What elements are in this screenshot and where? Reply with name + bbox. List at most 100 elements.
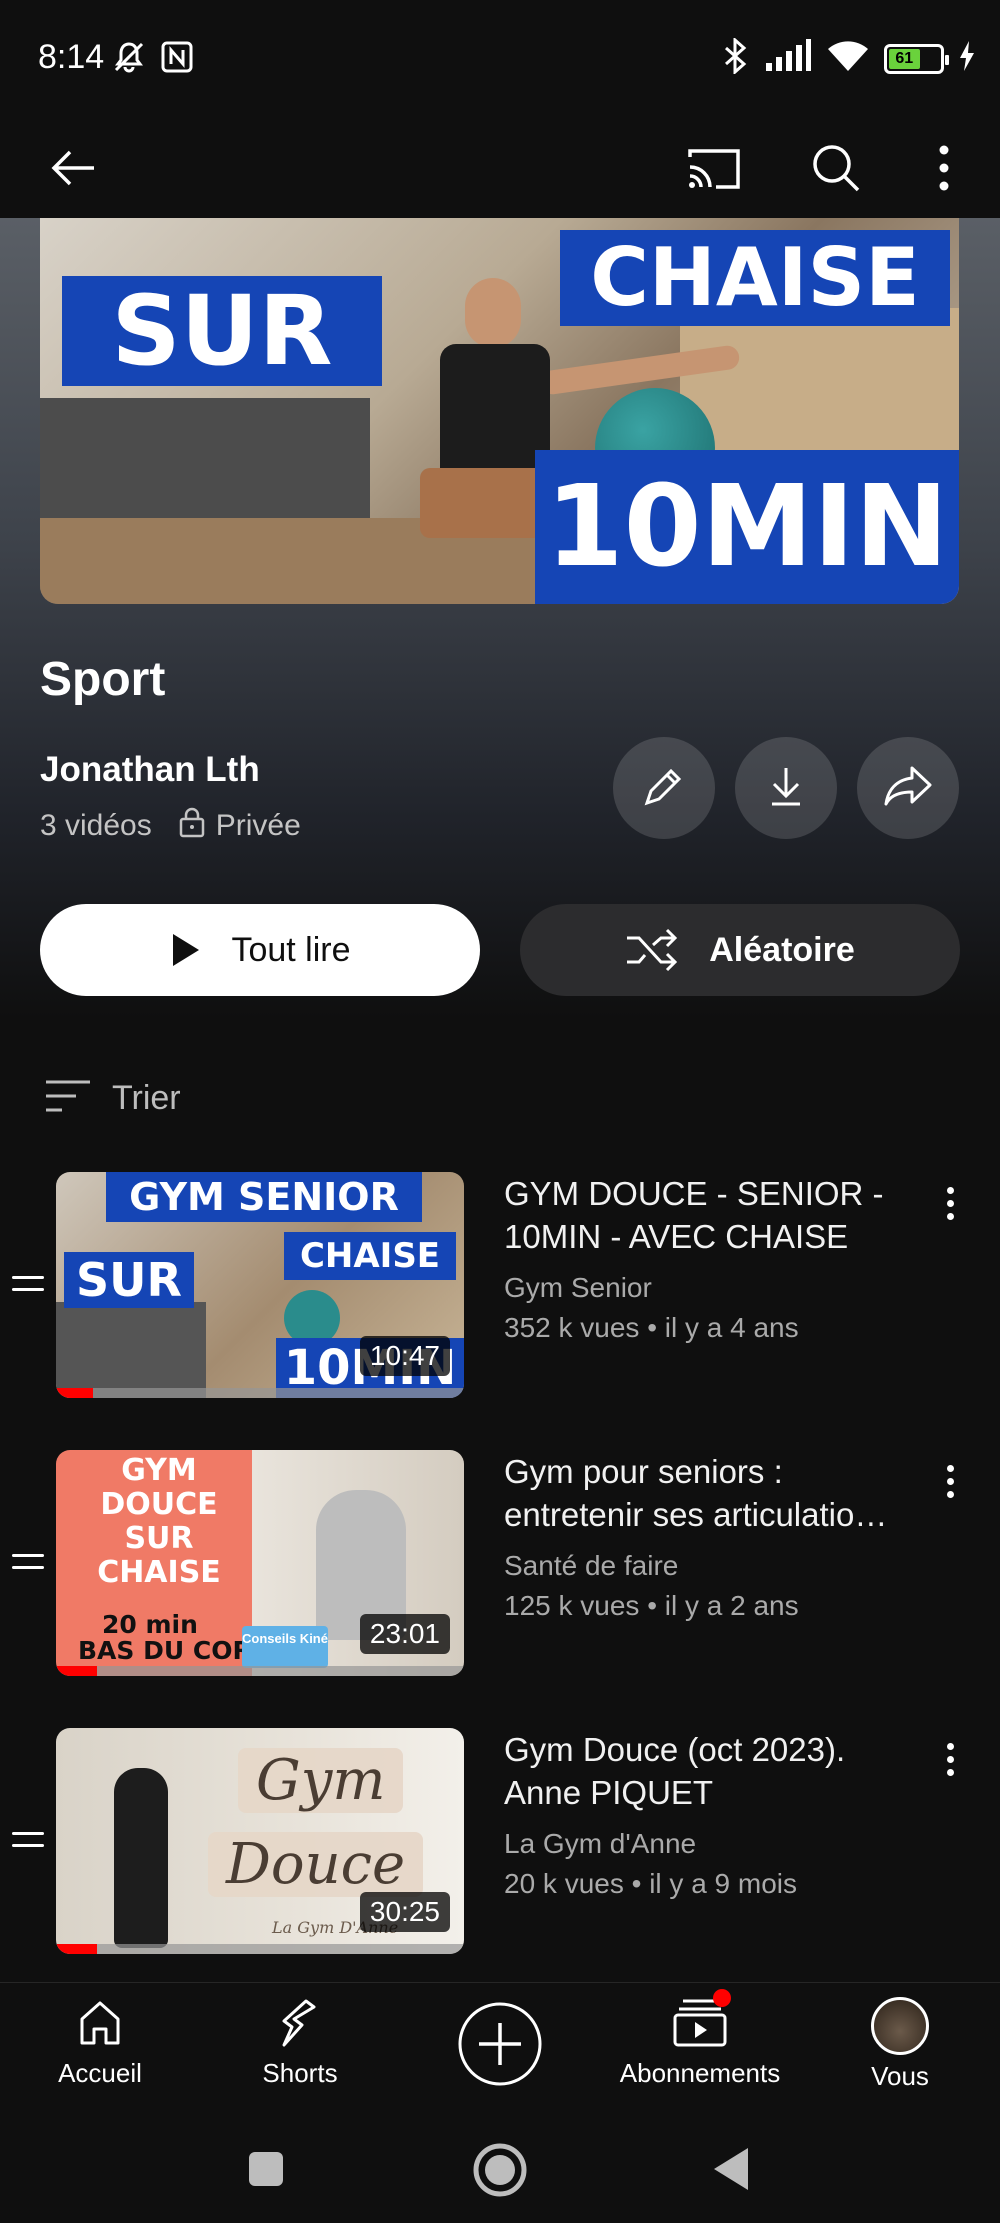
duration-badge: 30:25 [359, 1892, 450, 1932]
thumb-text: GYM DOUCE SUR CHAISE [97, 1453, 221, 1590]
home-icon [76, 1997, 124, 2052]
thumb-text: SUR [64, 1252, 194, 1308]
video-channel: La Gym d'Anne [504, 1828, 697, 1859]
video-channel: Santé de faire [504, 1550, 679, 1581]
nav-you[interactable]: Vous [800, 1997, 1000, 2092]
edit-button[interactable] [613, 737, 715, 839]
sort-button[interactable]: Trier [44, 1076, 181, 1121]
status-right-icons: 61 [720, 36, 976, 79]
privacy-label: Privée [215, 809, 301, 842]
subscriptions-icon [673, 1989, 731, 2052]
status-left-icons [112, 40, 194, 79]
status-time: 8:14 [38, 38, 105, 76]
watch-progress [56, 1666, 464, 1676]
lock-icon [178, 806, 206, 846]
signal-icon [764, 39, 812, 78]
drag-handle-icon[interactable] [12, 1276, 44, 1300]
thumbnail-text-chaise: CHAISE [560, 230, 950, 326]
nav-label: Vous [871, 2061, 929, 2091]
list-item[interactable]: Gym Douce La Gym D'Anne 30:25 Gym Douce … [0, 1728, 1000, 2006]
video-thumbnail[interactable]: GYM DOUCE SUR CHAISE 20 min BAS DU CORPS… [56, 1450, 464, 1676]
video-info[interactable]: GYM DOUCE - SENIOR - 10MIN - AVEC CHAISE… [504, 1172, 924, 1344]
nav-create[interactable] [400, 2001, 600, 2092]
nav-shorts[interactable]: Shorts [200, 1997, 400, 2089]
back-arrow-icon[interactable] [42, 138, 102, 198]
shuffle-label: Aléatoire [709, 930, 855, 969]
nfc-icon [160, 40, 194, 79]
list-item[interactable]: GYM SENIOR SUR CHAISE 10MIN 10:47 GYM DO… [0, 1172, 1000, 1450]
nav-subscriptions[interactable]: Abonnements [600, 1989, 800, 2089]
battery-icon: 61 [884, 43, 949, 74]
sort-label: Trier [112, 1079, 181, 1117]
video-count: 3 vidéos [40, 809, 152, 842]
list-item[interactable]: GYM DOUCE SUR CHAISE 20 min BAS DU CORPS… [0, 1450, 1000, 1728]
more-vert-icon[interactable] [930, 1734, 970, 1784]
wifi-icon [826, 39, 870, 78]
shuffle-button[interactable]: Aléatoire [520, 904, 960, 996]
watch-progress-fill [56, 1944, 97, 1954]
bell-off-icon [112, 40, 146, 79]
charging-icon [958, 41, 976, 76]
play-icon [169, 932, 201, 968]
thumbnail-text-sur: SUR [62, 276, 382, 386]
download-button[interactable] [735, 737, 837, 839]
back-button[interactable] [712, 2146, 750, 2197]
playlist-meta: 3 vidéos Privée [40, 806, 301, 846]
duration-badge: 10:47 [359, 1336, 450, 1376]
playlist-owner[interactable]: Jonathan Lth [40, 750, 260, 790]
recents-button[interactable] [247, 2150, 285, 2193]
more-vert-icon[interactable] [930, 1456, 970, 1506]
drag-handle-icon[interactable] [12, 1554, 44, 1578]
video-title: Gym Douce (oct 2023). Anne PIQUET [504, 1731, 846, 1811]
watch-progress-fill [56, 1666, 97, 1676]
avatar [871, 1997, 929, 2055]
video-title: Gym pour seniors : entretenir ses articu… [504, 1453, 888, 1533]
nav-label: Abonnements [619, 2058, 781, 2088]
video-channel: Gym Senior [504, 1272, 652, 1303]
thumb-text: Gym [238, 1748, 404, 1813]
play-all-label: Tout lire [231, 930, 351, 969]
home-button[interactable] [472, 2142, 528, 2203]
playlist-thumbnail[interactable]: SUR CHAISE 10MIN [40, 218, 959, 604]
thumb-text: Douce [208, 1832, 424, 1897]
play-all-button[interactable]: Tout lire [40, 904, 480, 996]
video-stats: 20 k vues • il y a 9 mois [504, 1868, 798, 1899]
video-info[interactable]: Gym Douce (oct 2023). Anne PIQUET La Gym… [504, 1728, 924, 1900]
video-list: GYM SENIOR SUR CHAISE 10MIN 10:47 GYM DO… [0, 1172, 1000, 2006]
video-thumbnail[interactable]: GYM SENIOR SUR CHAISE 10MIN 10:47 [56, 1172, 464, 1398]
shuffle-icon [625, 928, 679, 972]
duration-badge: 23:01 [359, 1614, 450, 1654]
watch-progress [56, 1388, 464, 1398]
sort-icon [44, 1076, 92, 1121]
nav-home[interactable]: Accueil [0, 1997, 200, 2089]
more-vert-icon[interactable] [930, 1178, 970, 1228]
video-stats: 352 k vues • il y a 4 ans [504, 1312, 799, 1343]
video-stats: 125 k vues • il y a 2 ans [504, 1590, 799, 1621]
notification-dot [713, 1989, 731, 2007]
download-icon [766, 764, 806, 813]
video-info[interactable]: Gym pour seniors : entretenir ses articu… [504, 1450, 924, 1622]
cast-icon[interactable] [684, 138, 744, 198]
shorts-icon [276, 1997, 324, 2052]
watch-progress [56, 1944, 464, 1954]
nav-label: Shorts [262, 2058, 338, 2088]
create-plus-icon [457, 2001, 543, 2092]
thumb-text: GYM SENIOR [106, 1172, 422, 1222]
share-icon [882, 764, 934, 813]
playlist-header: SUR CHAISE 10MIN Sport Jonathan Lth 3 vi… [0, 218, 1000, 1018]
thumbnail-text-10min: 10MIN [535, 450, 959, 604]
share-button[interactable] [857, 737, 959, 839]
drag-handle-icon[interactable] [12, 1832, 44, 1856]
nav-label: Accueil [58, 2058, 142, 2088]
more-vert-icon[interactable] [914, 138, 974, 198]
thumb-tag: Conseils Kiné [242, 1626, 328, 1668]
status-bar: 8:14 61 [0, 0, 1000, 118]
bottom-navigation: Accueil Shorts Abonnements Vous [0, 1982, 1000, 2112]
bluetooth-icon [720, 36, 750, 79]
thumb-text: CHAISE [284, 1232, 456, 1280]
pencil-icon [641, 763, 687, 814]
playlist-title: Sport [40, 653, 166, 706]
video-thumbnail[interactable]: Gym Douce La Gym D'Anne 30:25 [56, 1728, 464, 1954]
battery-level: 61 [889, 48, 920, 69]
search-icon[interactable] [806, 138, 866, 198]
